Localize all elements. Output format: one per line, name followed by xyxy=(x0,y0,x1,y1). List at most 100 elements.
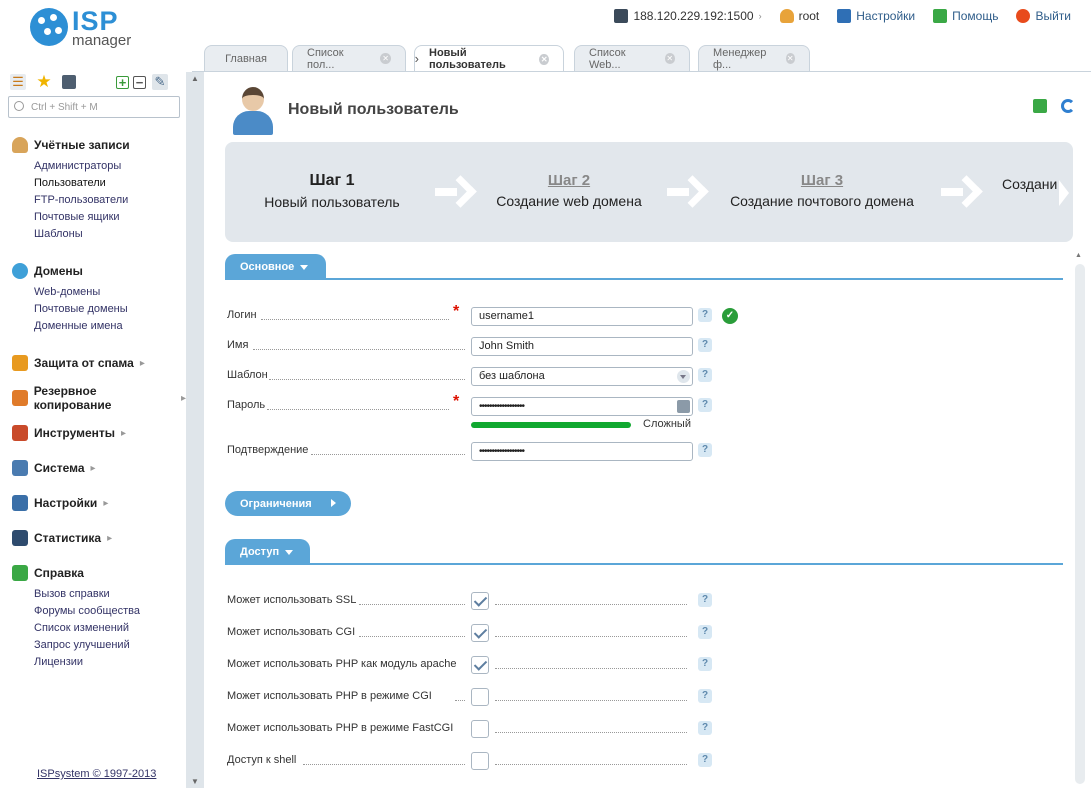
shell-checkbox[interactable] xyxy=(471,752,489,770)
field-label: Подтверждение xyxy=(227,444,311,456)
wizard-step-3[interactable]: Шаг 3 Создание почтового домена xyxy=(728,172,916,209)
help-book-icon[interactable] xyxy=(1033,99,1047,113)
logo[interactable]: ISP manager xyxy=(30,6,150,52)
help-icon[interactable]: ? xyxy=(698,593,712,607)
menu-group-title[interactable]: Домены xyxy=(12,262,128,280)
menu-item-licenses[interactable]: Лицензии xyxy=(34,654,140,671)
option-shell: Доступ к shell ? xyxy=(227,750,1067,772)
wizard-step-4: Создани xyxy=(1002,176,1058,192)
menu-item-changelog[interactable]: Список изменений xyxy=(34,620,140,637)
menu-item-mailboxes[interactable]: Почтовые ящики xyxy=(34,209,130,226)
option-label: Может использовать PHP в режиме CGI xyxy=(227,690,434,702)
user-menu[interactable]: root xyxy=(779,9,819,23)
ssl-checkbox[interactable] xyxy=(471,592,489,610)
menu-group-backup[interactable]: Резервное копирование ▸ xyxy=(12,384,186,412)
cgi-checkbox[interactable] xyxy=(471,624,489,642)
help-icon[interactable]: ? xyxy=(698,625,712,639)
tab-home[interactable]: Главная xyxy=(204,45,288,71)
scrollbar-thumb[interactable] xyxy=(1075,264,1085,784)
copyright-link[interactable]: ISPsystem © 1997-2013 xyxy=(37,768,156,780)
help-icon[interactable]: ? xyxy=(698,443,712,457)
template-select[interactable]: без шаблона xyxy=(471,367,693,386)
help-icon[interactable]: ? xyxy=(698,308,712,322)
chevron-right-icon: ▸ xyxy=(107,532,113,544)
password-generator-icon[interactable] xyxy=(677,400,690,413)
chevron-down-icon xyxy=(300,264,309,270)
tab-web-list[interactable]: Список Web... ✕ xyxy=(574,45,690,71)
help-link[interactable]: Помощь xyxy=(933,9,998,23)
wizard-step-2[interactable]: Шаг 2 Создание web домена xyxy=(495,172,643,209)
close-icon[interactable]: ✕ xyxy=(380,53,391,64)
help-book-icon xyxy=(933,9,948,23)
settings-icon xyxy=(12,495,28,511)
menu-item-web-domains[interactable]: Web-домены xyxy=(34,284,128,301)
help-book-icon xyxy=(12,565,28,581)
menu-item-forums[interactable]: Форумы сообщества xyxy=(34,603,140,620)
section-access-header: Доступ xyxy=(225,539,1063,565)
scroll-up-icon[interactable]: ▲ xyxy=(191,74,199,83)
menu-group-stats[interactable]: Статистика ▸ xyxy=(12,529,112,547)
search-input[interactable]: Ctrl + Shift + M xyxy=(8,96,180,118)
menu-item-feature-request[interactable]: Запрос улучшений xyxy=(34,637,140,654)
menu-group-spam[interactable]: Защита от спама ▸ xyxy=(12,354,145,372)
section-main-toggle[interactable]: Основное xyxy=(225,254,327,280)
menu-group-tools[interactable]: Инструменты ▸ xyxy=(12,424,126,442)
menu-item-administrators[interactable]: Администраторы xyxy=(34,158,130,175)
server-ip[interactable]: 188.120.229.192:1500 › xyxy=(614,9,762,23)
close-icon[interactable]: ✕ xyxy=(539,53,549,65)
help-icon[interactable]: ? xyxy=(698,368,712,382)
option-label: Может использовать PHP как модуль apache xyxy=(227,658,459,670)
pin-icon[interactable]: ✎ xyxy=(152,74,168,90)
sidebar-splitter[interactable]: ▲ ▼ xyxy=(186,72,204,788)
menu-item-templates[interactable]: Шаблоны xyxy=(34,226,130,243)
scroll-up-icon[interactable]: ▲ xyxy=(1075,252,1082,259)
confirm-password-input[interactable]: •••••••••••••••••• xyxy=(471,442,693,461)
help-icon[interactable]: ? xyxy=(698,398,712,412)
help-icon[interactable]: ? xyxy=(698,338,712,352)
chevron-down-icon[interactable] xyxy=(677,370,690,383)
refresh-icon[interactable] xyxy=(1061,99,1075,113)
php-fastcgi-checkbox[interactable] xyxy=(471,720,489,738)
menu-group-title[interactable]: Учётные записи xyxy=(12,136,130,154)
menu-group-system[interactable]: Система ▸ xyxy=(12,459,96,477)
section-access-toggle[interactable]: Доступ xyxy=(225,539,310,565)
menu-item-domain-names[interactable]: Доменные имена xyxy=(34,318,128,335)
php-apache-checkbox[interactable] xyxy=(471,656,489,674)
settings-link[interactable]: Настройки xyxy=(837,9,915,23)
scroll-down-icon[interactable]: ▼ xyxy=(191,777,199,786)
tree-view-icon[interactable]: ☰ xyxy=(10,74,26,90)
clipboard-icon[interactable] xyxy=(62,75,76,89)
expand-all-icon[interactable]: + xyxy=(116,75,129,90)
login-input[interactable]: username1 xyxy=(471,307,693,326)
limits-button[interactable]: Ограничения xyxy=(225,491,351,516)
tab-new-user[interactable]: Новый пользователь ✕ xyxy=(414,45,564,72)
password-strength-label: Сложный xyxy=(643,418,691,430)
menu-group-settings[interactable]: Настройки ▸ xyxy=(12,494,108,512)
tab-file-manager[interactable]: Менеджер ф... ✕ xyxy=(698,45,810,71)
menu-item-ftp-users[interactable]: FTP-пользователи xyxy=(34,192,130,209)
collapse-all-icon[interactable]: − xyxy=(133,75,146,90)
php-cgi-checkbox[interactable] xyxy=(471,688,489,706)
tab-label: Список Web... xyxy=(589,46,626,71)
help-icon[interactable]: ? xyxy=(698,721,712,735)
menu-item-mail-domains[interactable]: Почтовые домены xyxy=(34,301,128,318)
logout-link[interactable]: Выйти xyxy=(1016,9,1071,23)
top-bar: 188.120.229.192:1500 › root Настройки По… xyxy=(602,6,1071,26)
close-icon[interactable]: ✕ xyxy=(664,53,675,64)
menu-item-users[interactable]: Пользователи xyxy=(34,175,130,192)
main-scrollbar[interactable]: ▲ xyxy=(1072,252,1088,788)
help-icon[interactable]: ? xyxy=(698,657,712,671)
tab-user-list[interactable]: Список пол... ✕ › xyxy=(292,45,419,71)
chevron-right-icon: ▸ xyxy=(90,462,96,474)
arrow-right-icon xyxy=(667,178,697,206)
name-input[interactable]: John Smith xyxy=(471,337,693,356)
stats-icon xyxy=(12,530,28,546)
help-icon[interactable]: ? xyxy=(698,689,712,703)
password-input[interactable]: •••••••••••••••••• xyxy=(471,397,693,416)
favorites-star-icon[interactable]: ★ xyxy=(36,72,52,91)
close-icon[interactable]: ✕ xyxy=(785,53,795,64)
option-label: Доступ к shell xyxy=(227,754,299,766)
help-icon[interactable]: ? xyxy=(698,753,712,767)
menu-group-title[interactable]: Справка xyxy=(12,564,140,582)
menu-item-call-help[interactable]: Вызов справки xyxy=(34,586,140,603)
